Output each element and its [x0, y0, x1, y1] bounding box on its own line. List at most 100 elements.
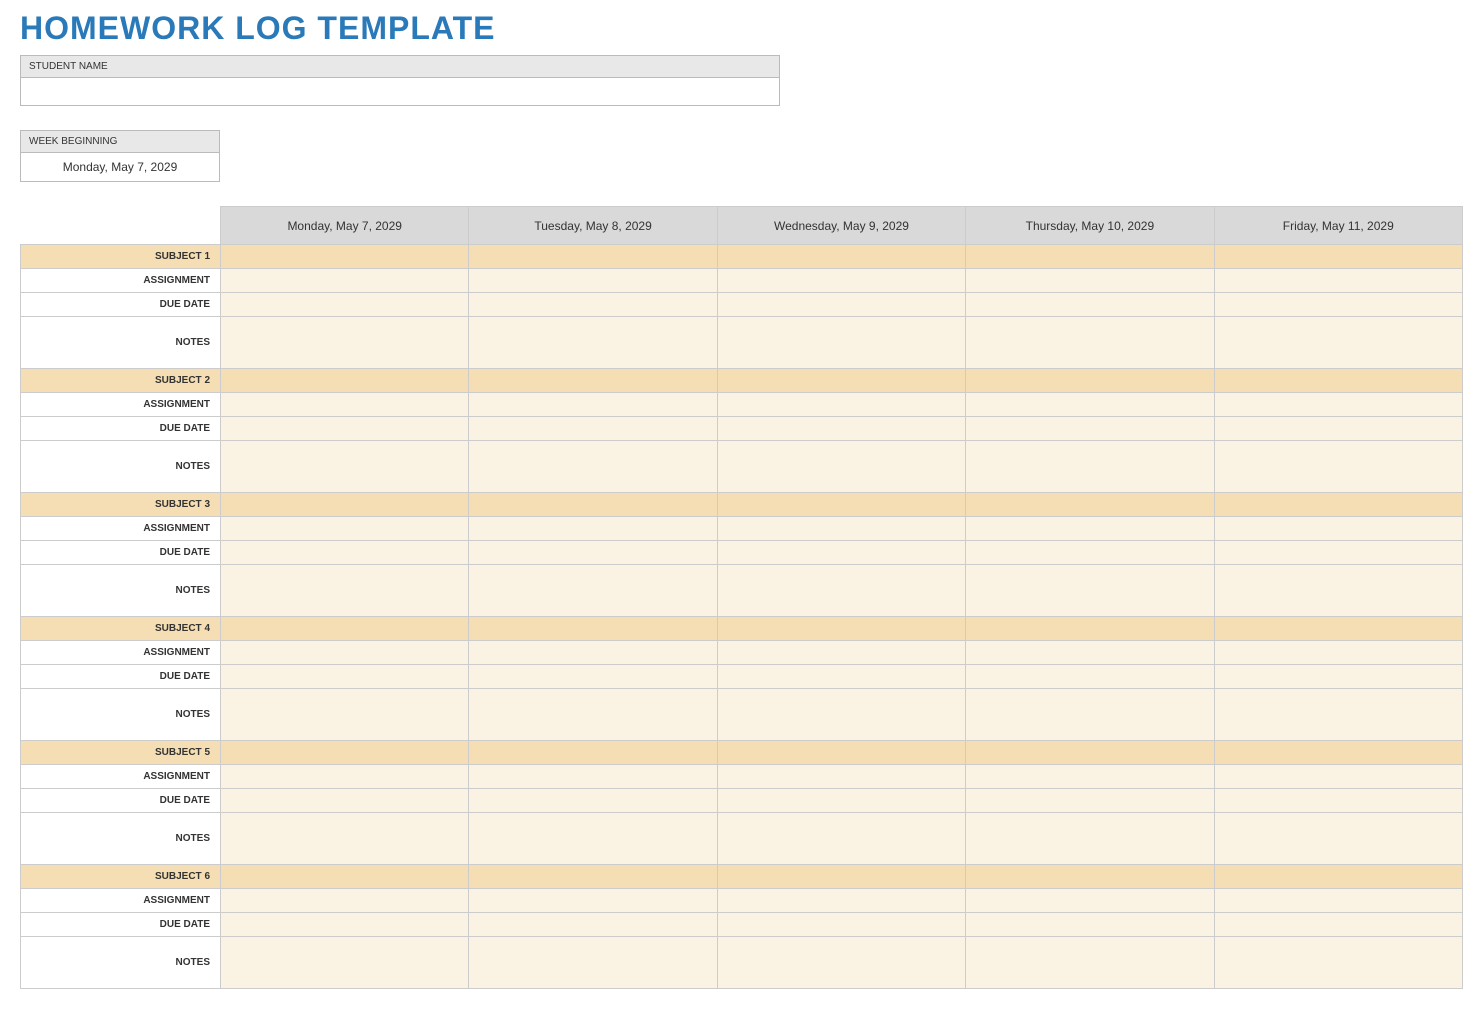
cell-header[interactable] [221, 369, 469, 393]
cell-header[interactable] [966, 617, 1214, 641]
cell-notes[interactable] [221, 689, 469, 741]
cell-notes[interactable] [469, 441, 717, 493]
cell-notes[interactable] [469, 565, 717, 617]
cell-assignment[interactable] [221, 393, 469, 417]
cell-assignment[interactable] [966, 517, 1214, 541]
cell-assignment[interactable] [966, 393, 1214, 417]
cell-dueDate[interactable] [966, 913, 1214, 937]
cell-dueDate[interactable] [717, 665, 965, 689]
cell-dueDate[interactable] [1214, 665, 1462, 689]
cell-dueDate[interactable] [1214, 293, 1462, 317]
cell-dueDate[interactable] [966, 417, 1214, 441]
cell-header[interactable] [966, 369, 1214, 393]
cell-assignment[interactable] [221, 641, 469, 665]
cell-assignment[interactable] [966, 641, 1214, 665]
cell-dueDate[interactable] [469, 541, 717, 565]
cell-header[interactable] [966, 245, 1214, 269]
cell-dueDate[interactable] [717, 417, 965, 441]
cell-header[interactable] [717, 245, 965, 269]
cell-header[interactable] [717, 617, 965, 641]
cell-notes[interactable] [1214, 689, 1462, 741]
cell-assignment[interactable] [469, 765, 717, 789]
cell-notes[interactable] [221, 441, 469, 493]
cell-assignment[interactable] [469, 393, 717, 417]
cell-notes[interactable] [221, 565, 469, 617]
cell-assignment[interactable] [966, 889, 1214, 913]
cell-notes[interactable] [469, 689, 717, 741]
cell-header[interactable] [966, 741, 1214, 765]
cell-assignment[interactable] [717, 765, 965, 789]
cell-notes[interactable] [469, 813, 717, 865]
cell-header[interactable] [221, 245, 469, 269]
cell-dueDate[interactable] [1214, 541, 1462, 565]
cell-header[interactable] [717, 865, 965, 889]
cell-notes[interactable] [717, 317, 965, 369]
cell-notes[interactable] [469, 317, 717, 369]
cell-assignment[interactable] [1214, 269, 1462, 293]
cell-notes[interactable] [221, 937, 469, 989]
cell-dueDate[interactable] [469, 913, 717, 937]
cell-assignment[interactable] [221, 517, 469, 541]
cell-notes[interactable] [717, 813, 965, 865]
cell-dueDate[interactable] [221, 665, 469, 689]
cell-header[interactable] [717, 369, 965, 393]
cell-notes[interactable] [221, 813, 469, 865]
cell-dueDate[interactable] [1214, 417, 1462, 441]
cell-assignment[interactable] [469, 641, 717, 665]
cell-assignment[interactable] [221, 889, 469, 913]
cell-dueDate[interactable] [221, 913, 469, 937]
cell-dueDate[interactable] [1214, 789, 1462, 813]
cell-header[interactable] [469, 617, 717, 641]
cell-header[interactable] [966, 493, 1214, 517]
cell-notes[interactable] [1214, 565, 1462, 617]
cell-assignment[interactable] [717, 641, 965, 665]
cell-assignment[interactable] [717, 269, 965, 293]
cell-dueDate[interactable] [717, 541, 965, 565]
cell-dueDate[interactable] [966, 293, 1214, 317]
cell-assignment[interactable] [469, 517, 717, 541]
cell-header[interactable] [1214, 369, 1462, 393]
cell-header[interactable] [221, 493, 469, 517]
cell-header[interactable] [469, 741, 717, 765]
cell-dueDate[interactable] [469, 417, 717, 441]
cell-assignment[interactable] [1214, 517, 1462, 541]
cell-assignment[interactable] [221, 269, 469, 293]
cell-dueDate[interactable] [221, 541, 469, 565]
cell-dueDate[interactable] [966, 541, 1214, 565]
cell-header[interactable] [221, 741, 469, 765]
cell-assignment[interactable] [221, 765, 469, 789]
cell-dueDate[interactable] [1214, 913, 1462, 937]
cell-assignment[interactable] [1214, 889, 1462, 913]
cell-header[interactable] [221, 617, 469, 641]
cell-dueDate[interactable] [966, 789, 1214, 813]
cell-notes[interactable] [966, 689, 1214, 741]
week-beginning-input[interactable]: Monday, May 7, 2029 [20, 153, 220, 182]
cell-header[interactable] [221, 865, 469, 889]
cell-dueDate[interactable] [469, 665, 717, 689]
cell-dueDate[interactable] [221, 789, 469, 813]
cell-dueDate[interactable] [717, 293, 965, 317]
cell-notes[interactable] [966, 937, 1214, 989]
cell-assignment[interactable] [1214, 393, 1462, 417]
cell-notes[interactable] [1214, 441, 1462, 493]
cell-assignment[interactable] [717, 393, 965, 417]
cell-dueDate[interactable] [966, 665, 1214, 689]
cell-assignment[interactable] [717, 889, 965, 913]
cell-notes[interactable] [1214, 317, 1462, 369]
cell-header[interactable] [469, 493, 717, 517]
cell-dueDate[interactable] [469, 293, 717, 317]
cell-notes[interactable] [966, 565, 1214, 617]
cell-notes[interactable] [1214, 937, 1462, 989]
cell-notes[interactable] [717, 441, 965, 493]
cell-assignment[interactable] [469, 889, 717, 913]
cell-header[interactable] [1214, 245, 1462, 269]
cell-notes[interactable] [1214, 813, 1462, 865]
cell-assignment[interactable] [717, 517, 965, 541]
cell-header[interactable] [717, 741, 965, 765]
cell-header[interactable] [1214, 865, 1462, 889]
cell-assignment[interactable] [966, 269, 1214, 293]
cell-notes[interactable] [966, 813, 1214, 865]
cell-assignment[interactable] [1214, 641, 1462, 665]
cell-notes[interactable] [221, 317, 469, 369]
cell-header[interactable] [1214, 617, 1462, 641]
